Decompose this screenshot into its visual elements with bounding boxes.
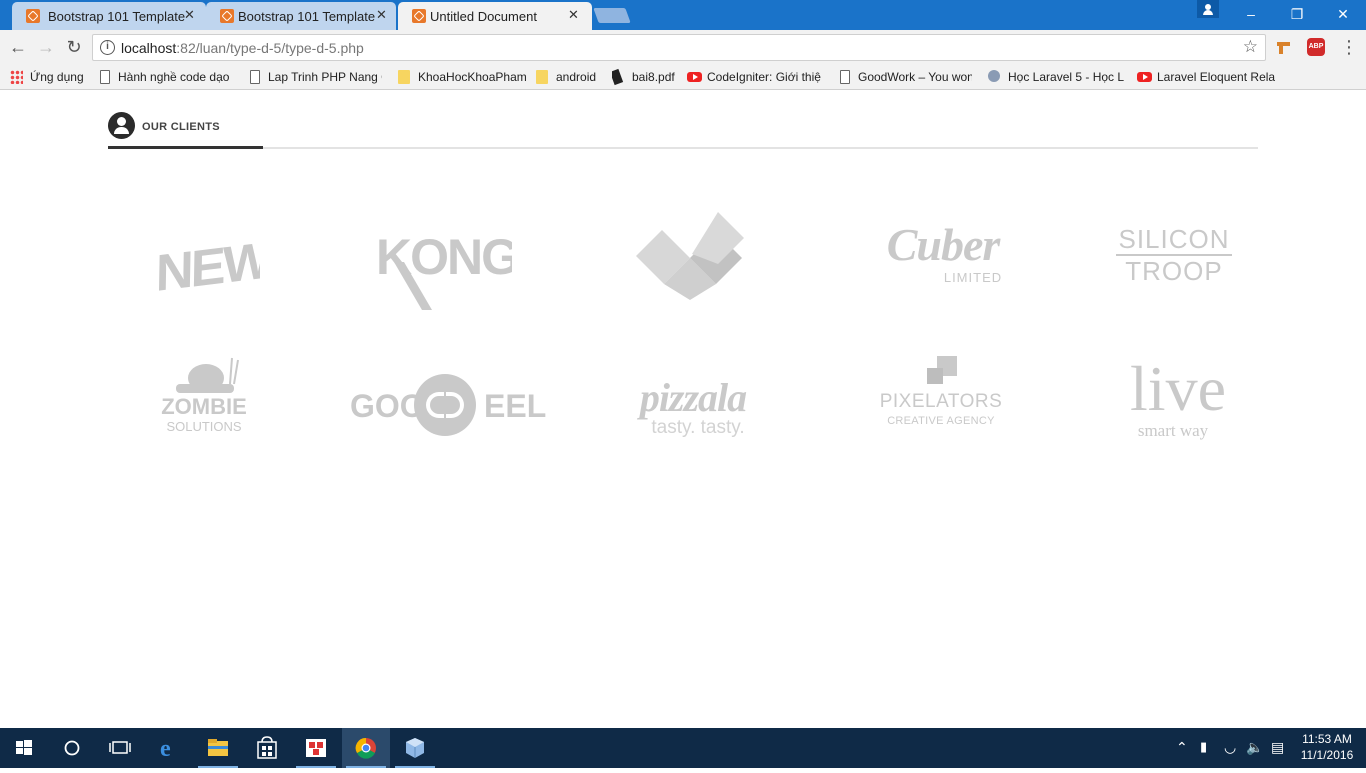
browser-tab-strip: Bootstrap 101 Template ✕ Bootstrap 101 T… (0, 0, 1366, 30)
client-logo-cuber[interactable]: Cuber LIMITED (868, 220, 1018, 292)
page-icon (100, 70, 110, 84)
battery-icon[interactable]: ▮ (1200, 739, 1207, 755)
tab-title: Bootstrap 101 Template (48, 9, 186, 24)
divider-active (108, 146, 263, 149)
site-info-icon[interactable]: i (100, 40, 115, 55)
logo-text: ZOMBIE (161, 394, 247, 419)
taskbar-clock[interactable]: 11:53 AM 11/1/2016 (1296, 731, 1358, 763)
logo-text: Cuber (886, 219, 1001, 270)
xampp-favicon-icon (412, 9, 426, 23)
bookmarks-bar: Ứng dụng Hành nghề code dạo Lap Trinh PH… (0, 64, 1366, 90)
gooeel-circle-icon (414, 374, 476, 436)
bookmark-apps[interactable]: Ứng dụng (10, 68, 90, 86)
xampp-favicon-icon (220, 9, 234, 23)
folder-icon (536, 70, 548, 84)
client-logo-live[interactable]: live smart way (1122, 356, 1234, 446)
restore-button[interactable]: ❐ (1274, 0, 1320, 30)
bookmark-item[interactable]: Hành nghề code dạo (98, 68, 232, 86)
search-cortana-icon[interactable] (48, 728, 96, 768)
client-logo-pizzala[interactable]: pizzala tasty. tasty. (620, 378, 766, 440)
logo-text: PIXELATORS (879, 391, 1003, 412)
section-header: OUR CLIENTS (108, 112, 1258, 149)
client-logo-pixelators[interactable]: PIXELATORS CREATIVE AGENCY (878, 354, 1004, 444)
tab-bootstrap-1[interactable]: Bootstrap 101 Template ✕ (12, 2, 206, 30)
url-text[interactable]: localhost:82/luan/type-d-5/type-d-5.php (121, 40, 364, 56)
back-button[interactable]: ← (7, 36, 29, 58)
user-icon (108, 112, 135, 139)
tab-title: Bootstrap 101 Template (238, 9, 376, 24)
logo-subtext: smart way (1137, 421, 1209, 440)
virtualbox-icon[interactable] (391, 728, 439, 768)
bookmark-folder[interactable]: KhoaHocKhoaPham (398, 68, 526, 86)
logo-subtext: SOLUTIONS (166, 419, 242, 434)
windows-taskbar: e ⌃ ▮ ◡ 🔈 ▤ 11:53 AM 11/1/2016 (0, 728, 1366, 768)
bookmark-item[interactable]: Học Laravel 5 - Học La (988, 68, 1124, 86)
bookmark-item[interactable]: Laravel Eloquent Relat (1137, 68, 1275, 86)
youtube-icon (687, 72, 702, 82)
client-logo-new[interactable]: NEW! (150, 218, 284, 303)
divider (108, 147, 1258, 149)
logo-text: NEW! (155, 230, 260, 298)
page-icon (250, 70, 260, 84)
bookmark-item[interactable]: bai8.pdf (612, 68, 678, 86)
logo-text: KONG (376, 229, 512, 285)
tab-close-icon[interactable]: ✕ (184, 7, 195, 23)
action-center-icon[interactable]: ▤ (1271, 739, 1284, 756)
clock-time: 11:53 AM (1302, 732, 1352, 746)
wifi-icon[interactable]: ◡ (1224, 739, 1236, 756)
tab-bootstrap-2[interactable]: Bootstrap 101 Template ✕ (206, 2, 396, 30)
bookmark-item[interactable]: CodeIgniter: Giới thiệ (687, 68, 823, 86)
reload-button[interactable]: ↻ (63, 36, 85, 58)
logo-subtext: LIMITED (943, 270, 1003, 285)
task-view-icon[interactable] (96, 728, 144, 768)
client-logo-gooeel[interactable]: GOO EEL (348, 372, 546, 438)
laravel-icon (988, 70, 1000, 82)
client-logo-zombie[interactable]: ZOMBIE SOLUTIONS (154, 354, 254, 446)
app-icon[interactable] (292, 728, 340, 768)
store-icon[interactable] (243, 728, 291, 768)
logo-text: live (1130, 353, 1226, 424)
bookmark-folder[interactable]: android (536, 68, 600, 86)
file-explorer-icon[interactable] (194, 728, 242, 768)
profile-icon[interactable] (1197, 0, 1219, 18)
chrome-icon[interactable] (342, 728, 390, 768)
forward-button[interactable]: → (35, 36, 57, 58)
minimize-button[interactable]: – (1228, 0, 1274, 30)
youtube-icon (1137, 72, 1152, 82)
close-window-button[interactable]: ✕ (1320, 0, 1366, 30)
address-bar[interactable]: i localhost:82/luan/type-d-5/type-d-5.ph… (92, 34, 1266, 61)
browser-menu-icon[interactable]: ⋮ (1340, 36, 1358, 58)
start-button[interactable] (0, 728, 48, 768)
logo-text: SILICON (1116, 224, 1232, 256)
bookmark-star-icon[interactable]: ☆ (1243, 37, 1258, 57)
pdf-icon (612, 68, 624, 86)
client-logo-silicon-troop[interactable]: SILICON TROOP (1116, 224, 1232, 286)
svg-text:e: e (160, 736, 171, 762)
bookmark-item[interactable]: GoodWork – You won (838, 68, 972, 86)
logo-subtext: CREATIVE AGENCY (887, 415, 995, 427)
logo-subtext: TROOP (1125, 256, 1223, 286)
logo-subtext: EEL (484, 388, 547, 424)
apps-icon (10, 70, 23, 84)
edge-icon[interactable]: e (146, 728, 194, 768)
extension-icon[interactable] (1276, 40, 1292, 56)
adblock-plus-icon[interactable]: ABP (1307, 38, 1325, 56)
tab-untitled-document[interactable]: Untitled Document ✕ (398, 2, 592, 30)
new-tab-button[interactable] (593, 8, 631, 23)
tab-close-icon[interactable]: ✕ (568, 7, 579, 23)
xampp-favicon-icon (26, 9, 40, 23)
section-title: OUR CLIENTS (142, 121, 220, 133)
show-hidden-icons-icon[interactable]: ⌃ (1176, 739, 1188, 756)
volume-icon[interactable]: 🔈 (1246, 739, 1263, 756)
tab-title: Untitled Document (430, 9, 537, 24)
clock-date: 11/1/2016 (1300, 748, 1354, 762)
logo-text: pizzala (639, 375, 747, 420)
logo-subtext: tasty. tasty. (651, 417, 745, 438)
bookmark-item[interactable]: Lap Trinh PHP Nang C (248, 68, 382, 86)
folder-icon (398, 70, 410, 84)
page-icon (840, 70, 850, 84)
client-logo-kong[interactable]: KONG (372, 222, 520, 312)
client-logo-checkmark[interactable] (632, 208, 748, 300)
tab-close-icon[interactable]: ✕ (376, 7, 387, 23)
